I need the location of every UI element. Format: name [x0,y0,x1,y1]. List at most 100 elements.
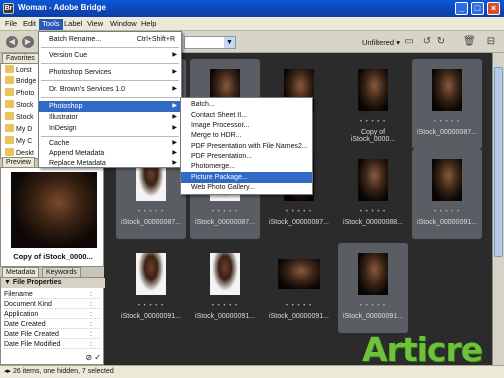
window-title: Woman - Adobe Bridge [18,3,106,12]
rotate-right-icon[interactable]: ↻ [435,36,447,48]
rating-dots[interactable]: • • • • • [116,303,186,309]
back-icon[interactable]: ◀ [6,36,18,48]
thumbnail-image [358,69,388,111]
thumbnail-item[interactable]: • • • • • iStock_00000091... [338,243,408,333]
folder-icon [5,136,14,144]
submenu-item-merge-hdr[interactable]: Merge to HDR... [181,130,312,141]
menu-item-indesign[interactable]: InDesign ▶ [39,123,181,134]
thumbnail-item[interactable]: • • • • • iStock_00000091... [116,243,186,333]
metadata-panel: ▼ File Properties Filename: Document Kin… [0,277,105,365]
thumbnail-image [278,259,320,289]
metadata-footer-icons[interactable]: ⊘ ✓ [85,353,101,362]
submenu-item-photomerge[interactable]: Photomerge... [181,161,312,172]
metadata-row: Application: [4,310,100,319]
tab-metadata[interactable]: Metadata [2,267,40,277]
rating-dots[interactable]: • • • • • [338,119,408,125]
thumbnail-label: iStock_00000091... [269,313,329,320]
rating-dots[interactable]: • • • • • [264,209,334,215]
thumbnail-image [210,253,240,295]
menu-label[interactable]: Label [61,19,85,30]
title-bar: Br Woman - Adobe Bridge _ □ × [0,0,504,17]
menu-item-dr-browns-services[interactable]: Dr. Brown's Services 1.0 ▶ [39,84,181,95]
chevron-down-icon[interactable]: ▼ [224,37,235,48]
maximize-icon[interactable]: □ [471,2,484,15]
file-properties-header[interactable]: ▼ File Properties [1,278,105,288]
thumbnail-image [432,69,462,111]
thumbnail-label: iStock_00000087... [195,219,255,226]
menu-item-photoshop-services[interactable]: Photoshop Services ▶ [39,67,181,78]
menu-window[interactable]: Window [107,19,140,30]
rating-dots[interactable]: • • • • • [338,303,408,309]
folder-icon [5,65,14,73]
rating-dots[interactable]: • • • • • [190,209,260,215]
favorite-item[interactable]: Bridge [5,76,36,87]
tab-preview[interactable]: Preview [2,157,35,167]
filter-label: Unfiltered [362,38,395,47]
preview-image [11,172,97,248]
rating-dots[interactable]: • • • • • [264,303,334,309]
favorite-item[interactable]: Stock [5,112,34,123]
delete-icon[interactable]: 🗑 [463,36,476,48]
submenu-item-batch[interactable]: Batch... [181,99,312,110]
favorite-item[interactable]: My D [5,124,32,135]
thumbnail-image [358,253,388,295]
menu-edit[interactable]: Edit [20,19,39,30]
filter-dropdown[interactable]: Unfiltered ▾ [362,38,400,47]
close-icon[interactable]: × [487,2,500,15]
rating-dots[interactable]: • • • • • [412,209,482,215]
vertical-scrollbar[interactable] [492,53,504,365]
favorite-item[interactable]: Stock [5,100,34,111]
forward-icon[interactable]: ▶ [22,36,34,48]
status-arrows-icon[interactable]: ◂▸ [4,368,11,375]
thumbnail-item[interactable]: • • • • • iStock_00000088... [338,149,408,239]
metadata-row: Document Kind: [4,300,100,309]
rating-dots[interactable]: • • • • • [338,209,408,215]
favorite-item[interactable]: My C [5,136,32,147]
menu-help[interactable]: Help [138,19,159,30]
thumbnail-label: iStock_00000087... [269,219,329,226]
new-folder-icon[interactable]: ▭ [403,36,415,48]
rating-dots[interactable]: • • • • • [412,119,482,125]
metadata-row: Date File Modified: [4,340,100,349]
menu-separator [41,136,179,137]
scrollbar-thumb[interactable] [494,67,503,257]
thumbnail-item[interactable]: • • • • • iStock_00000091... [264,243,334,333]
watermark-logo: Articre [362,330,483,369]
rotate-left-icon[interactable]: ↺ [421,36,433,48]
folder-icon [5,112,14,120]
menu-separator [41,97,179,98]
favorite-item[interactable]: Photo [5,88,34,99]
rating-dots[interactable]: • • • • • [116,209,186,215]
photoshop-submenu: Batch... Contact Sheet II... Image Proce… [180,97,313,195]
thumbnail-label: iStock_00000091... [121,313,181,320]
thumbnail-label: iStock_00000087... [121,219,181,226]
thumbnail-label: iStock_00000091... [195,313,255,320]
minimize-icon[interactable]: _ [455,2,468,15]
favorite-item[interactable]: Lorst [5,65,32,76]
menu-item-version-cue[interactable]: Version Cue ▶ [39,50,181,61]
thumbnail-image [358,159,388,201]
thumbnail-item[interactable]: • • • • • iStock_00000091... [190,243,260,333]
menu-item-replace-metadata[interactable]: Replace Metadata ▶ [39,158,181,169]
menu-separator [41,80,179,81]
thumbnail-item[interactable]: • • • • • Copy of iStock_0000... [338,59,408,149]
metadata-row: Date Created: [4,320,100,329]
menu-separator [41,47,179,48]
thumbnail-item[interactable]: • • • • • iStock_00000091... [412,149,482,239]
tab-favorites[interactable]: Favorites [2,53,39,63]
bridge-app-icon: Br [3,3,14,14]
menu-file[interactable]: File [2,19,20,30]
menu-item-photoshop[interactable]: Photoshop ▶ [39,101,181,112]
metadata-row: Filename: [4,290,100,299]
thumbnail-item[interactable]: • • • • • iStock_00000087... [412,59,482,149]
menu-view[interactable]: View [84,19,106,30]
menu-item-batch-rename[interactable]: Batch Rename... Ctrl+Shift+R [39,34,181,45]
tab-keywords[interactable]: Keywords [42,267,81,277]
menu-item-illustrator[interactable]: Illustrator ▶ [39,112,181,123]
rating-dots[interactable]: • • • • • [190,303,260,309]
compact-mode-icon[interactable]: ⊟ [485,36,497,48]
path-dropdown[interactable]: ▼ [184,36,236,49]
menu-tools[interactable]: Tools [39,19,63,30]
submenu-item-web-photo-gallery[interactable]: Web Photo Gallery... [181,182,312,193]
thumbnail-image [136,253,166,295]
